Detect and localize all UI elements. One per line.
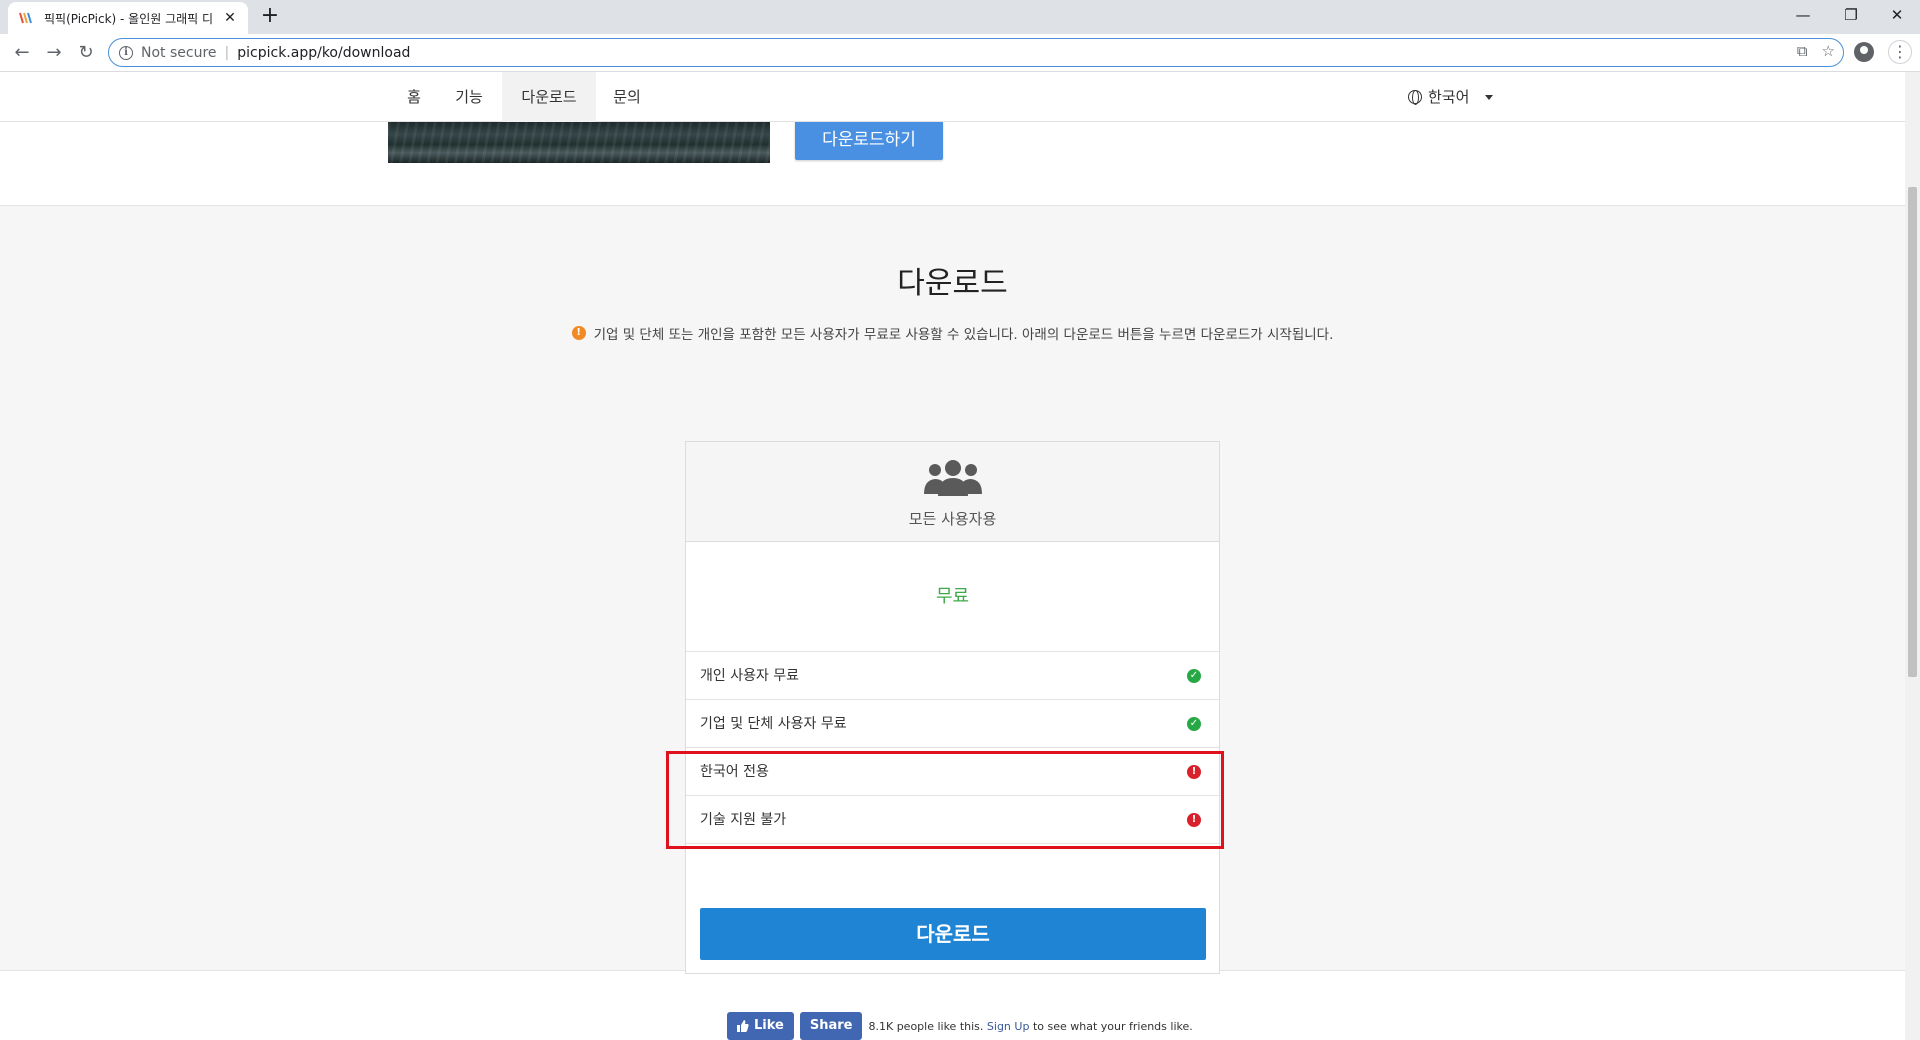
like-count-suffix: to see what your friends like. [1032,1019,1193,1033]
feature-row: 기업 및 단체 사용자 무료 ✓ [686,700,1219,748]
page-scrollbar[interactable] [1905,72,1920,1040]
nav-item-features[interactable]: 기능 [446,72,492,122]
address-bar[interactable]: i Not secure | picpick.app/ko/download ⧉… [108,38,1844,67]
like-label: Like [754,1018,784,1033]
close-window-button[interactable]: ✕ [1874,0,1920,30]
security-label: Not secure [141,44,217,61]
language-selector[interactable]: 한국어 [1408,72,1494,122]
url-text[interactable]: picpick.app/ko/download [237,45,410,61]
nav-item-download[interactable]: 다운로드 [502,72,596,122]
forward-button[interactable]: → [42,41,66,65]
omnibox-actions: ⧉ ☆ [1797,42,1835,60]
plan-card-header: 모든 사용자용 [686,442,1219,542]
plan-price: 무료 [686,542,1219,652]
scrollbar-thumb[interactable] [1908,187,1917,677]
like-count-text: 8.1K people like this. Sign Up to see wh… [868,1020,1192,1033]
new-tab-button[interactable]: + [258,5,282,29]
exclamation-circle-icon: ! [1187,813,1201,827]
plan-audience-label: 모든 사용자용 [908,510,997,528]
feature-label: 개인 사용자 무료 [700,668,800,684]
check-circle-icon: ✓ [1187,717,1201,731]
tab-title: 픽픽(PicPick) - 올인원 그래픽 디 [44,11,214,26]
language-label: 한국어 [1428,88,1470,106]
info-icon[interactable]: i [119,45,133,60]
site-navigation: 홈 기능 다운로드 문의 한국어 [0,72,1905,122]
feature-row: 개인 사용자 무료 ✓ [686,652,1219,700]
feature-label: 한국어 전용 [700,764,769,780]
like-count: 8.1K people like this. [868,1019,984,1033]
sign-up-link[interactable]: Sign Up [987,1020,1030,1033]
minimize-button[interactable]: — [1780,0,1826,30]
tab-bar: 픽픽(PicPick) - 올인원 그래픽 디 ✕ + — ❐ ✕ [0,0,1920,34]
feature-row: 한국어 전용 ! [686,748,1219,796]
check-circle-icon: ✓ [1187,669,1201,683]
omnibox-separator: | [224,44,230,61]
exclamation-circle-icon: ! [1187,765,1201,779]
download-notice: ! 기업 및 단체 또는 개인을 포함한 모든 사용자가 무료로 사용할 수 있… [0,323,1905,343]
facebook-share-button[interactable]: Share [799,1012,863,1040]
translate-icon[interactable]: ⧉ [1797,42,1808,60]
picpick-favicon-icon [19,12,32,24]
tab-close-icon[interactable]: ✕ [222,10,238,26]
bookmark-star-icon[interactable]: ☆ [1822,42,1835,60]
facebook-like-button[interactable]: Like [727,1012,794,1040]
facebook-like-widget: Like Share 8.1K people like this. Sign U… [727,1012,1193,1040]
feature-label: 기술 지원 불가 [700,812,787,828]
browser-menu-icon[interactable]: ⋮ [1888,40,1912,64]
browser-toolbar: ← → ↻ i Not secure | picpick.app/ko/down… [0,34,1920,72]
download-button[interactable]: 다운로드 [700,908,1206,960]
exclamation-icon: ! [571,326,586,340]
restore-button[interactable]: ❐ [1828,0,1874,30]
thumbs-up-icon [737,1020,749,1032]
back-button[interactable]: ← [10,41,34,65]
nav-item-contact[interactable]: 문의 [606,72,648,122]
feature-label: 기업 및 단체 사용자 무료 [700,716,847,732]
caret-down-icon [1485,94,1494,100]
notice-text: 기업 및 단체 또는 개인을 포함한 모든 사용자가 무료로 사용할 수 있습니… [593,327,1334,343]
nav-item-home[interactable]: 홈 [395,72,433,122]
hero-download-button[interactable]: 다운로드하기 [795,120,943,160]
browser-tab[interactable]: 픽픽(PicPick) - 올인원 그래픽 디 ✕ [8,2,248,34]
profile-avatar-icon[interactable] [1854,42,1874,62]
users-group-icon [924,460,982,496]
download-title: 다운로드 [897,266,1008,301]
plan-card: 모든 사용자용 무료 개인 사용자 무료 ✓ 기업 및 단체 사용자 무료 ✓ … [685,441,1220,974]
hero-image [388,122,770,163]
globe-icon [1408,90,1422,105]
feature-row: 기술 지원 불가 ! [686,796,1219,844]
page-viewport: 홈 기능 다운로드 문의 한국어 다운로드하기 다운로드 ! 기업 및 단체 또… [0,72,1905,1040]
download-section: 다운로드 ! 기업 및 단체 또는 개인을 포함한 모든 사용자가 무료로 사용… [0,205,1905,974]
reload-button[interactable]: ↻ [74,41,98,65]
